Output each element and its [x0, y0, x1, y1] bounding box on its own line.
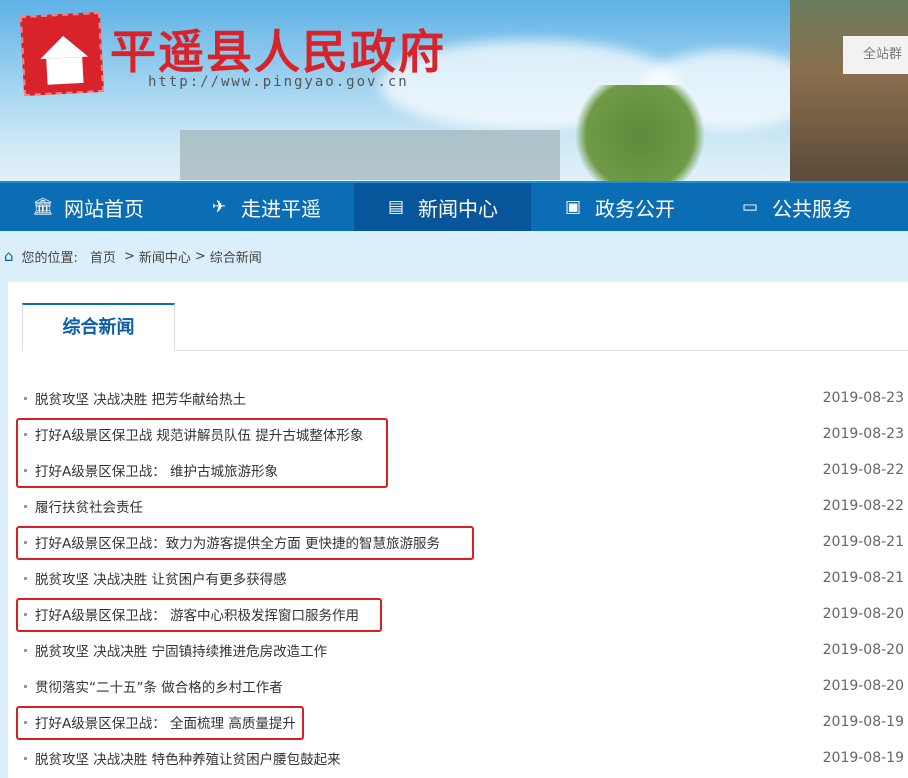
bank-icon: 🏛 [32, 197, 54, 217]
document-icon: ▣ [564, 197, 582, 217]
news-title[interactable]: 脱贫攻坚 决战决胜 宁固镇持续推进危房改造工作 [35, 640, 327, 660]
tree-scenery [565, 85, 715, 181]
news-title[interactable]: 脱贫攻坚 决战决胜 特色种养殖让贫困户腰包鼓起来 [35, 748, 341, 768]
highlight-box [16, 418, 388, 488]
bullet-icon [24, 504, 27, 508]
news-date: 2019-08-21 [822, 534, 904, 550]
content-panel: 综合新闻 脱贫攻坚 决战决胜 把芳华献给热土 2019-08-23 打好A级景区保卫… [8, 282, 908, 778]
site-url: http://www.pingyao.gov.cn [148, 74, 409, 90]
news-date: 2019-08-22 [822, 462, 904, 478]
news-date: 2019-08-23 [822, 390, 904, 406]
breadcrumb-news-center[interactable]: 新闻中心 [139, 247, 191, 266]
news-title[interactable]: 履行扶贫社会责任 [35, 496, 143, 516]
news-date: 2019-08-20 [822, 606, 904, 622]
nav-gov-affairs[interactable]: ▣ 政务公开 [531, 183, 708, 231]
bullet-icon [24, 684, 27, 688]
site-header: 平遥县人民政府 http://www.pingyao.gov.cn 全站群 [0, 0, 908, 181]
site-search-button[interactable]: 全站群 [843, 36, 908, 74]
news-date: 2019-08-20 [822, 678, 904, 694]
nav-public-service[interactable]: ▭ 公共服务 [708, 183, 885, 231]
newspaper-icon: ▤ [387, 197, 405, 217]
news-date: 2019-08-23 [822, 426, 904, 442]
news-list: 脱贫攻坚 决战决胜 把芳华献给热土 2019-08-23 打好A级景区保卫战 规范讲… [16, 380, 904, 776]
news-item[interactable]: 脱贫攻坚 决战决胜 让贫困户有更多获得感 2019-08-21 [24, 560, 904, 596]
news-title[interactable]: 贯彻落实“二十五”条 做合格的乡村工作者 [35, 676, 283, 696]
news-item[interactable]: 脱贫攻坚 决战决胜 特色种养殖让贫困户腰包鼓起来 2019-08-19 [24, 740, 904, 776]
tower-scenery [790, 0, 908, 181]
news-item[interactable]: 脱贫攻坚 决战决胜 把芳华献给热土 2019-08-23 [24, 380, 904, 416]
bullet-icon [24, 576, 27, 580]
news-item[interactable]: 贯彻落实“二十五”条 做合格的乡村工作者 2019-08-20 [24, 668, 904, 704]
bullet-icon [24, 756, 27, 760]
news-date: 2019-08-19 [822, 750, 904, 766]
news-date: 2019-08-20 [822, 642, 904, 658]
news-date: 2019-08-21 [822, 570, 904, 586]
highlight-box [16, 706, 304, 740]
tab-general-news[interactable]: 综合新闻 [22, 303, 175, 351]
home-icon: ⌂ [4, 247, 14, 265]
news-item[interactable]: 脱贫攻坚 决战决胜 宁固镇持续推进危房改造工作 2019-08-20 [24, 632, 904, 668]
nav-news[interactable]: ▤ 新闻中心 [354, 183, 531, 231]
news-title[interactable]: 脱贫攻坚 决战决胜 把芳华献给热土 [35, 388, 246, 408]
breadcrumb: ⌂ 您的位置: 首页 > 新闻中心 > 综合新闻 [4, 247, 262, 266]
news-title[interactable]: 脱贫攻坚 决战决胜 让贫困户有更多获得感 [35, 568, 287, 588]
highlight-box [16, 598, 382, 632]
breadcrumb-general-news[interactable]: 综合新闻 [210, 247, 262, 266]
nav-about[interactable]: ✈ 走进平遥 [177, 183, 354, 231]
bullet-icon [24, 648, 27, 652]
map-icon: ✈ [211, 197, 227, 217]
news-item[interactable]: 履行扶贫社会责任 2019-08-22 [24, 488, 904, 524]
site-logo[interactable] [19, 11, 105, 97]
news-date: 2019-08-19 [822, 714, 904, 730]
main-nav: 🏛 网站首页 ✈ 走进平遥 ▤ 新闻中心 ▣ 政务公开 ▭ 公共服务 [0, 181, 908, 231]
site-title: 平遥县人民政府 [110, 25, 446, 79]
news-date: 2019-08-22 [822, 498, 904, 514]
old-town-scenery [180, 130, 560, 180]
highlight-box [16, 526, 474, 560]
breadcrumb-home[interactable]: 首页 [90, 247, 116, 266]
nav-home[interactable]: 🏛 网站首页 [0, 183, 177, 231]
monitor-icon: ▭ [741, 197, 759, 217]
bullet-icon [24, 396, 27, 400]
